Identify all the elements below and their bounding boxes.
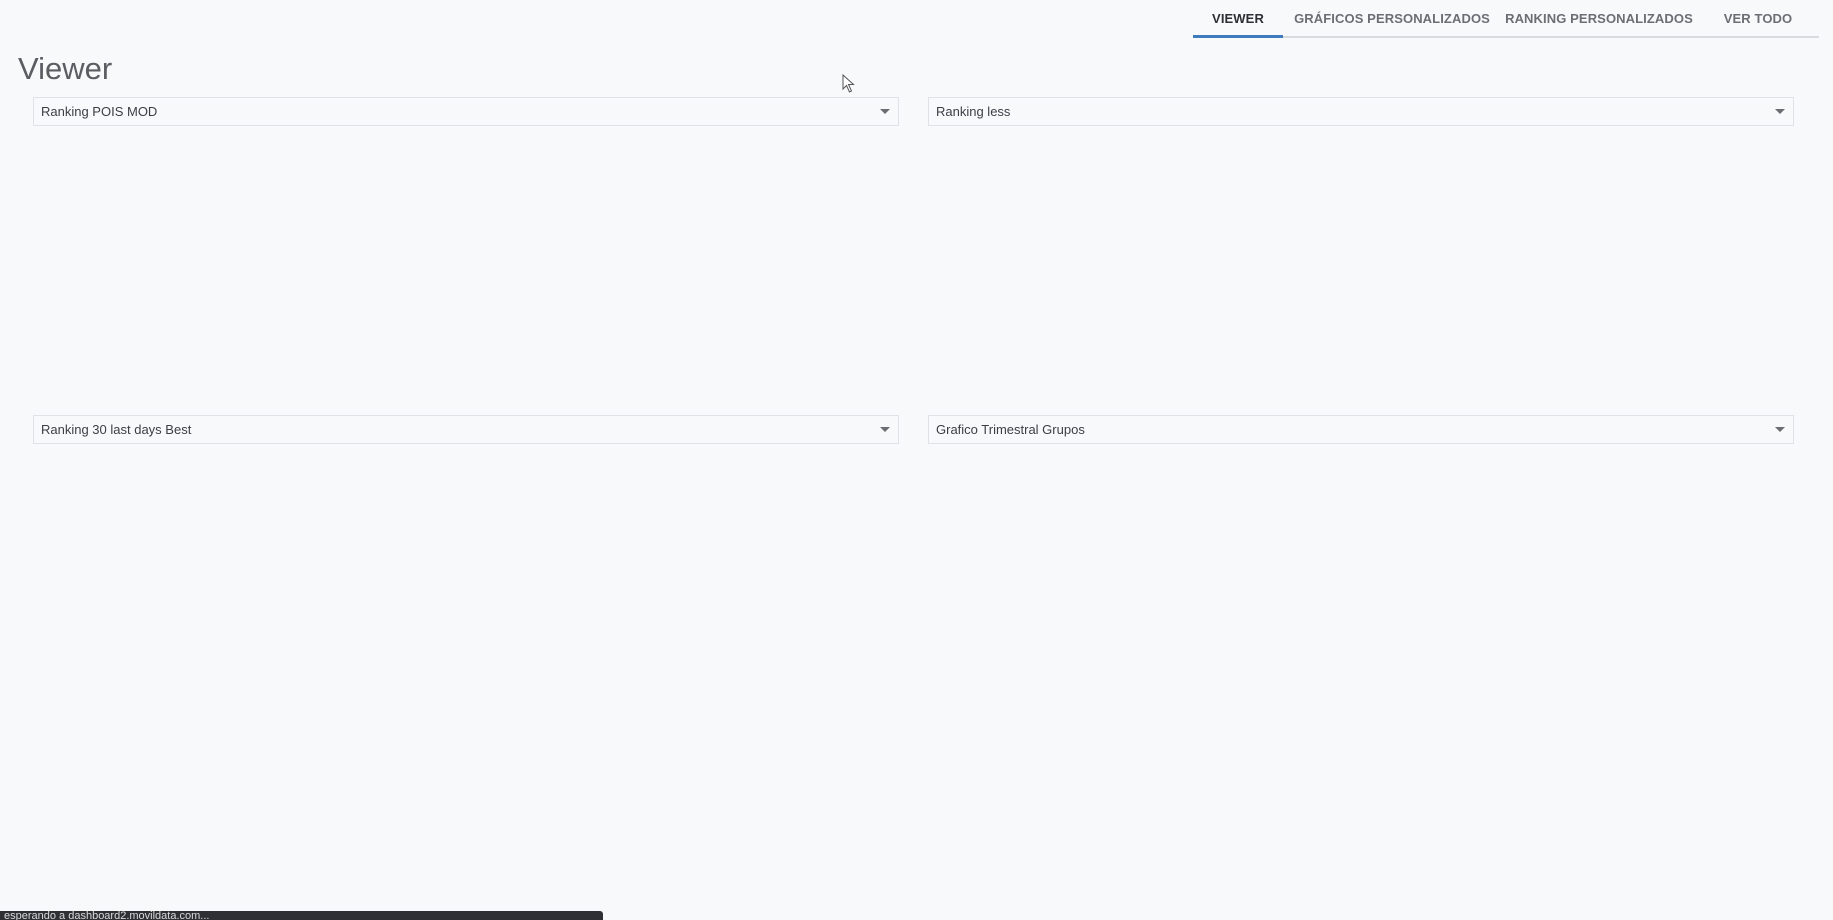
select-value: Ranking less <box>936 104 1011 119</box>
mouse-cursor-icon <box>842 74 855 93</box>
caret-down-icon <box>1775 109 1785 114</box>
tab-ranking-personalizados[interactable]: RANKING PERSONALIZADOS <box>1501 0 1697 36</box>
select-value: Ranking POIS MOD <box>41 104 158 119</box>
tab-viewer[interactable]: VIEWER <box>1193 0 1283 38</box>
panel-select-bottom-left[interactable]: Ranking 30 last days Best <box>33 415 899 444</box>
status-text: esperando a dashboard2.movildata.com... <box>4 911 210 920</box>
page-title: Viewer <box>18 51 113 86</box>
panel-select-top-left[interactable]: Ranking POIS MOD <box>33 97 899 126</box>
caret-down-icon <box>1775 427 1785 432</box>
caret-down-icon <box>880 109 890 114</box>
top-tabs: VIEWER GRÁFICOS PERSONALIZADOS RANKING P… <box>1193 0 1819 38</box>
select-value: Ranking 30 last days Best <box>41 422 192 437</box>
tab-graficos-personalizados[interactable]: GRÁFICOS PERSONALIZADOS <box>1283 0 1501 36</box>
select-value: Grafico Trimestral Grupos <box>936 422 1085 437</box>
caret-down-icon <box>880 427 890 432</box>
panel-select-top-right[interactable]: Ranking less <box>928 97 1794 126</box>
panel-select-bottom-right[interactable]: Grafico Trimestral Grupos <box>928 415 1794 444</box>
browser-status-bar: esperando a dashboard2.movildata.com... <box>0 911 603 920</box>
tab-ver-todo[interactable]: VER TODO <box>1697 0 1819 36</box>
